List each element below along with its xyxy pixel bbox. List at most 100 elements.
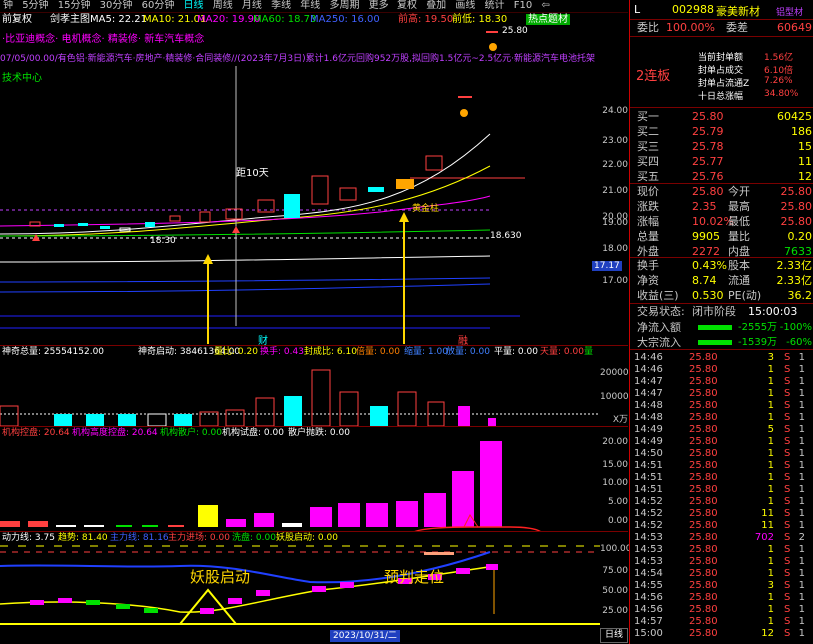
inst-bar [396, 501, 418, 527]
candle [425, 155, 443, 171]
vol-sky: 天量: 0.00 [540, 347, 584, 357]
period-tab-bottom[interactable]: 日线 [600, 628, 628, 643]
volume-bar [397, 391, 417, 426]
stat-row: 外盘 2272 内盘 7633 [637, 245, 812, 258]
fuquan-label[interactable]: 前复权 [2, 13, 32, 26]
tab-5min[interactable]: 5分钟 [19, 0, 51, 12]
inst-control: 机构控盘: 20.64 [2, 428, 70, 438]
institution-chart[interactable] [0, 439, 600, 531]
vol-surge: 放量: 0.00 [446, 347, 490, 357]
demon-start-value: 妖股启动: 0.00 [276, 533, 338, 543]
buy-marker [232, 226, 240, 233]
tick-list[interactable]: 14:46 25.80 3 S 1 14:46 25.80 1 S 1 14:47 25.80 1 S… [634, 352, 813, 644]
tick-row: 14:56 25.80 1 S 1 [634, 592, 805, 603]
tab-quarterly[interactable]: 季线 [268, 0, 294, 12]
inst-bar [338, 503, 360, 527]
power-tick: 50.00 [602, 586, 628, 596]
tab-60min[interactable]: 60分钟 [139, 0, 178, 12]
overlay-button[interactable]: 叠加 [423, 0, 449, 12]
top-price-label: 25.80 [502, 26, 528, 36]
buy-row: 买一 25.80 60425 [637, 110, 812, 123]
share-stats: 换手 0.43% 股本 2.33亿 净资 8.74 流通 2.33亿 收益(三) 0.530 P… [630, 258, 813, 304]
volume-chart[interactable] [0, 358, 600, 426]
tab-15min[interactable]: 15分钟 [55, 0, 94, 12]
date-cursor-label: 2023/10/31/二 [330, 630, 400, 642]
inst-high-control: 机构高度控盘: 20.64 [72, 428, 158, 438]
inst-tick: 15.00 [602, 460, 628, 470]
big-inflow-row: 大宗流入 -1539万 -60% [630, 335, 813, 350]
candle [368, 187, 384, 192]
golden-column-label: 黄金柱 [412, 204, 440, 214]
fuquan-button[interactable]: 复权 [394, 0, 420, 12]
tab-more[interactable]: 更多 [366, 0, 392, 12]
tick-row: 14:52 25.80 11 S 1 [634, 520, 805, 531]
demon-start-peak [179, 588, 237, 625]
tab-daily[interactable]: 日线 [181, 0, 207, 12]
volume-bar [255, 397, 275, 426]
buy-row: 买二 25.79 186 [637, 125, 812, 138]
candle [311, 175, 329, 205]
ma60-label: MA60: 18.73 [253, 14, 317, 25]
tick-row: 14:54 25.80 1 S 1 [634, 568, 805, 579]
inst-test: 机构试盘: 0.00 [222, 428, 284, 438]
tab-min[interactable]: 钟 [0, 0, 16, 12]
power-chart[interactable] [0, 544, 600, 632]
retail-sell: 散户抛跌: 0.00 [288, 428, 350, 438]
vol-turnover: 换手: 0.43 [260, 347, 304, 357]
stat-row: 涨幅 10.02% 最低 25.80 [637, 215, 812, 228]
tab-monthly[interactable]: 月线 [239, 0, 265, 12]
trade-state-row: 交易状态: 闭市阶段 15:00:03 [637, 305, 798, 318]
main-indicator-label[interactable]: 剑孝主图 [50, 13, 90, 26]
tab-multi-period[interactable]: 多周期 [326, 0, 362, 12]
inst-tick: 10.00 [602, 478, 628, 488]
tab-yearly[interactable]: 年线 [297, 0, 323, 12]
inst-tick: 0.00 [607, 516, 628, 526]
f10-button[interactable]: F10 [511, 0, 535, 12]
arrow-predict-head [399, 212, 409, 222]
tick-row: 14:46 25.80 1 S 1 [634, 364, 805, 375]
tick-row: 14:55 25.80 3 S 1 [634, 580, 805, 591]
seal-box: 2连板 当前封单额 1.56亿 封单占成交 6.10倍 封单占流通Z 7.26%… [630, 36, 813, 108]
inst-tick: 5.00 [607, 497, 628, 507]
candle [199, 211, 211, 223]
tick-row: 14:51 25.80 1 S 1 [634, 460, 805, 471]
candle-golden [396, 179, 414, 189]
hot-topic-badge[interactable]: 热点题材 [526, 14, 570, 25]
tick-row: 14:49 25.80 5 S 1 [634, 424, 805, 435]
tick-row: 15:00 25.80 12 S 1 [634, 628, 805, 639]
price-scale: 24.00 23.00 22.00 21.00 20.00 19.00 18.0… [600, 26, 628, 344]
candle-limit [458, 96, 472, 98]
tick-row: 14:52 25.80 11 S 1 [634, 508, 805, 519]
current-price-tag: 17.17 [592, 261, 622, 271]
stats-button[interactable]: 统计 [482, 0, 508, 12]
stat-row: 现价 25.80 今开 25.80 [637, 185, 812, 198]
draw-button[interactable]: 画线 [452, 0, 478, 12]
kline-chart[interactable] [0, 26, 628, 344]
support-curve [0, 255, 491, 263]
volume-bar [370, 406, 388, 426]
volume-bar [339, 391, 359, 426]
back-button[interactable]: ⇦ [538, 0, 552, 12]
inst-retail: 机构散户: 0.00 [160, 428, 222, 438]
volume-bar [0, 405, 19, 426]
volume-bar [488, 418, 496, 426]
volume-bar [54, 414, 72, 426]
buy-book: 买一 25.80 60425 买二 25.79 186 买三 25.78 15 买四 25.7… [630, 108, 813, 184]
volume-bar [174, 414, 192, 426]
candle [339, 187, 357, 201]
power-tick: 25.00 [602, 606, 628, 616]
tab-weekly[interactable]: 周线 [210, 0, 236, 12]
price-tick: 22.00 [602, 160, 628, 170]
vol-total: 神奇总量: 25554152.00 [2, 347, 105, 357]
weibi-row: 委比 100.00% 委差 60649 [637, 21, 812, 34]
tick-row: 14:53 25.80 1 S 1 [634, 544, 805, 555]
stat-row: 涨跌 2.35 最高 25.80 [637, 200, 812, 213]
stock-name: 豪美新材 [716, 5, 760, 18]
price-tick: 18.00 [602, 244, 628, 254]
inst-bar [282, 523, 302, 527]
tab-30min[interactable]: 30分钟 [97, 0, 136, 12]
tick-row: 14:48 25.80 1 S 1 [634, 412, 805, 423]
market-flag: L [634, 3, 641, 16]
candle [100, 226, 110, 229]
inst-bar [84, 525, 104, 527]
